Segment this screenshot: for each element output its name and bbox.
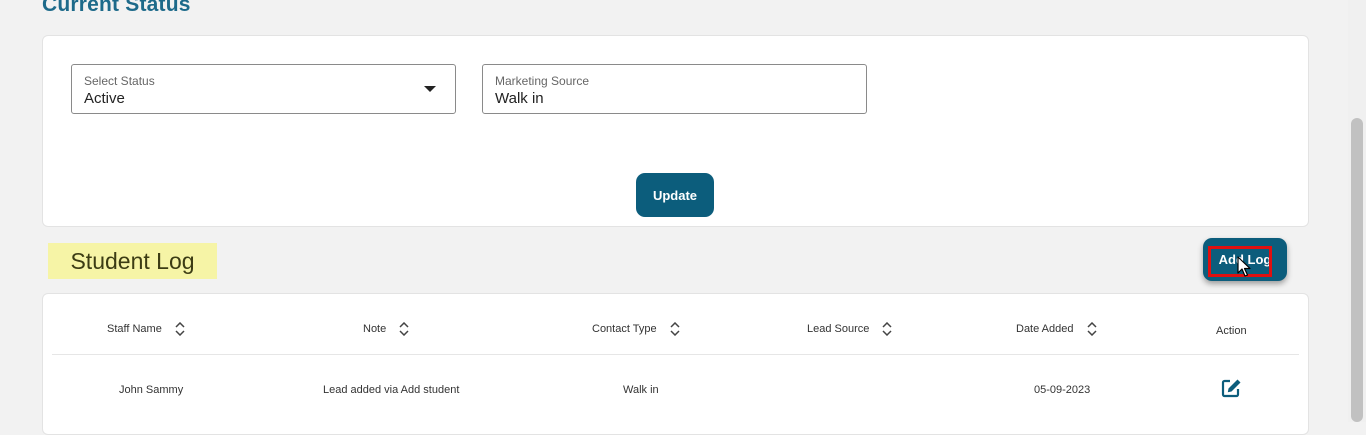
cell-contact-type: Walk in [623, 384, 659, 396]
cell-staff-name: John Sammy [119, 384, 184, 396]
edit-icon[interactable] [1221, 378, 1243, 398]
status-select-label: Select Status [84, 74, 155, 88]
column-header-label: Lead Source [807, 323, 870, 335]
update-button[interactable]: Update [636, 173, 714, 217]
sort-icon[interactable] [398, 322, 410, 336]
cell-note: Lead added via Add student [323, 384, 460, 396]
status-card: Select Status Active Marketing Source Wa… [42, 35, 1309, 227]
sort-icon[interactable] [881, 322, 893, 336]
sort-icon[interactable] [669, 322, 681, 336]
mouse-cursor-icon [1237, 256, 1251, 277]
marketing-source-label: Marketing Source [495, 74, 590, 88]
column-header-label: Date Added [1016, 323, 1074, 335]
student-log-title: Student Log [48, 243, 217, 279]
sort-icon[interactable] [1086, 322, 1098, 336]
column-header-date-added[interactable]: Date Added [1016, 322, 1098, 336]
status-select-value: Active [84, 90, 125, 107]
chevron-down-icon[interactable] [424, 86, 436, 92]
marketing-source-value: Walk in [495, 90, 544, 107]
column-header-note[interactable]: Note [363, 322, 410, 336]
column-header-lead-source[interactable]: Lead Source [807, 322, 893, 336]
cell-date-added: 05-09-2023 [1034, 384, 1091, 396]
marketing-source-field[interactable]: Marketing Source Walk in [482, 64, 867, 114]
sort-icon[interactable] [174, 322, 186, 336]
column-header-label: Staff Name [107, 323, 162, 335]
table-header-divider [52, 354, 1299, 355]
column-header-action: Action [1216, 325, 1247, 337]
scrollbar-thumb[interactable] [1351, 118, 1363, 422]
column-header-label: Note [363, 323, 387, 335]
status-select[interactable]: Select Status Active [71, 64, 456, 114]
column-header-label: Contact Type [592, 323, 657, 335]
page-title: Current Status [42, 0, 191, 16]
column-header-staff-name[interactable]: Staff Name [107, 322, 186, 336]
student-log-table: Staff Name Note Contact Type Lead Source… [42, 293, 1309, 435]
column-header-label: Action [1216, 325, 1247, 337]
column-header-contact-type[interactable]: Contact Type [592, 322, 681, 336]
